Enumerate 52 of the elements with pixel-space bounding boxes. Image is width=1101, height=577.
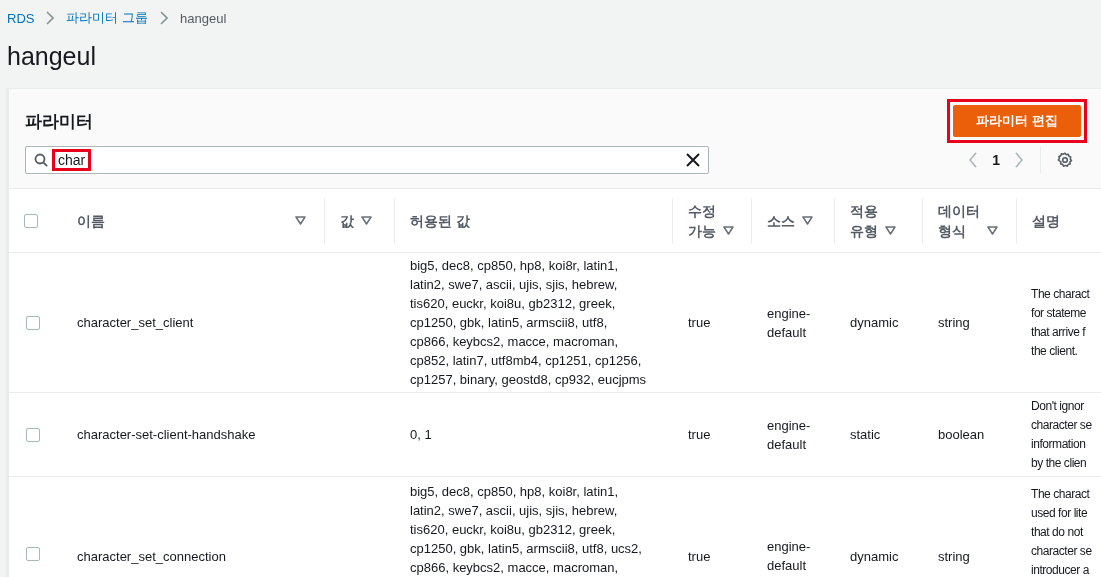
column-header[interactable]: 적용 유형 [850,200,878,241]
table-cell-text: engine- default [767,538,811,575]
table-cell-text: engine- default [767,304,811,342]
table-cell-text: character-set-client-handshake [77,426,256,444]
column-header[interactable]: 소스 [767,210,795,231]
checkbox[interactable] [26,315,40,330]
table-cell-text: big5, dec8, cp850, hp8, koi8r, latin1, latin2, swe7, ascii, ujis, sjis, hebrew, tis620, euckr, koi8u, gb2312, greek, cp1250, gbk, latin5, armscii8, utf8, cp866, keybcs2, macce, macroman, cp852, latin7, utf8mb4, cp1251, cp1256, cp1257, binary, geostd8, cp932, eucjpms [410,257,647,389]
close-icon[interactable] [686,153,700,167]
checkbox[interactable] [24,213,38,228]
search-field[interactable]: char [25,146,709,174]
settings-icon[interactable] [1057,152,1073,168]
search-text: char [52,149,92,171]
table-cell-text: The charact used for lite that do not character se introducer a [1031,486,1092,577]
table-cell-text: engine- default [767,416,811,454]
page-title: hangeul [6,41,97,72]
checkbox[interactable] [26,427,40,442]
table-cell-text: true [688,548,711,566]
sort-icon[interactable] [295,215,306,226]
table-cell-text: The charact for stateme that arrive f the client. [1031,285,1090,360]
table-cell-text: dynamic [850,314,899,332]
table-cell-text: dynamic [850,548,899,566]
column-header[interactable]: 이름 [77,210,105,231]
sort-icon[interactable] [987,224,998,236]
table-cell-text: string [938,548,970,566]
column-header[interactable]: 허용된 값 [410,210,470,231]
table-cell-text: true [688,314,711,332]
breadcrumb-current: hangeul [180,10,227,26]
table-cell-text: string [938,314,970,332]
table-cell-text: true [688,426,711,444]
column-header[interactable]: 설명 [1032,210,1060,231]
column-header[interactable]: 수정 가능 [688,200,716,241]
sort-icon[interactable] [723,224,734,236]
chevron-right-icon [160,11,169,25]
page-number[interactable]: 1 [992,152,1000,168]
column-header[interactable]: 데이터 형식 [938,200,980,241]
column-header[interactable]: 값 [340,210,354,231]
table-cell-text: 0, 1 [410,426,432,444]
table-cell-text: character_set_connection [77,548,226,566]
panel-title: 파라미터 [25,110,93,133]
table-cell-text: static [850,426,881,444]
table-cell-text: character_set_client [77,314,194,332]
breadcrumb-link[interactable]: RDS [7,10,35,26]
search-icon [34,153,48,167]
sort-icon[interactable] [885,224,896,236]
chevron-right-icon [46,11,55,25]
table-cell-text: boolean [938,426,985,444]
sort-icon[interactable] [361,215,372,226]
sort-icon[interactable] [802,215,813,226]
breadcrumb-link[interactable]: 파라미터 그룹 [66,9,149,27]
table-cell-text: big5, dec8, cp850, hp8, koi8r, latin1, latin2, swe7, ascii, ujis, sjis, hebrew, tis620, euckr, koi8u, gb2312, greek, cp1250, gbk, latin5, armscii8, utf8, ucs2, cp866, keybcs2, macce, macroman, [410,483,642,577]
table-cell-text: Don't ignor character se information by the clien [1031,397,1092,472]
checkbox[interactable] [26,547,40,561]
